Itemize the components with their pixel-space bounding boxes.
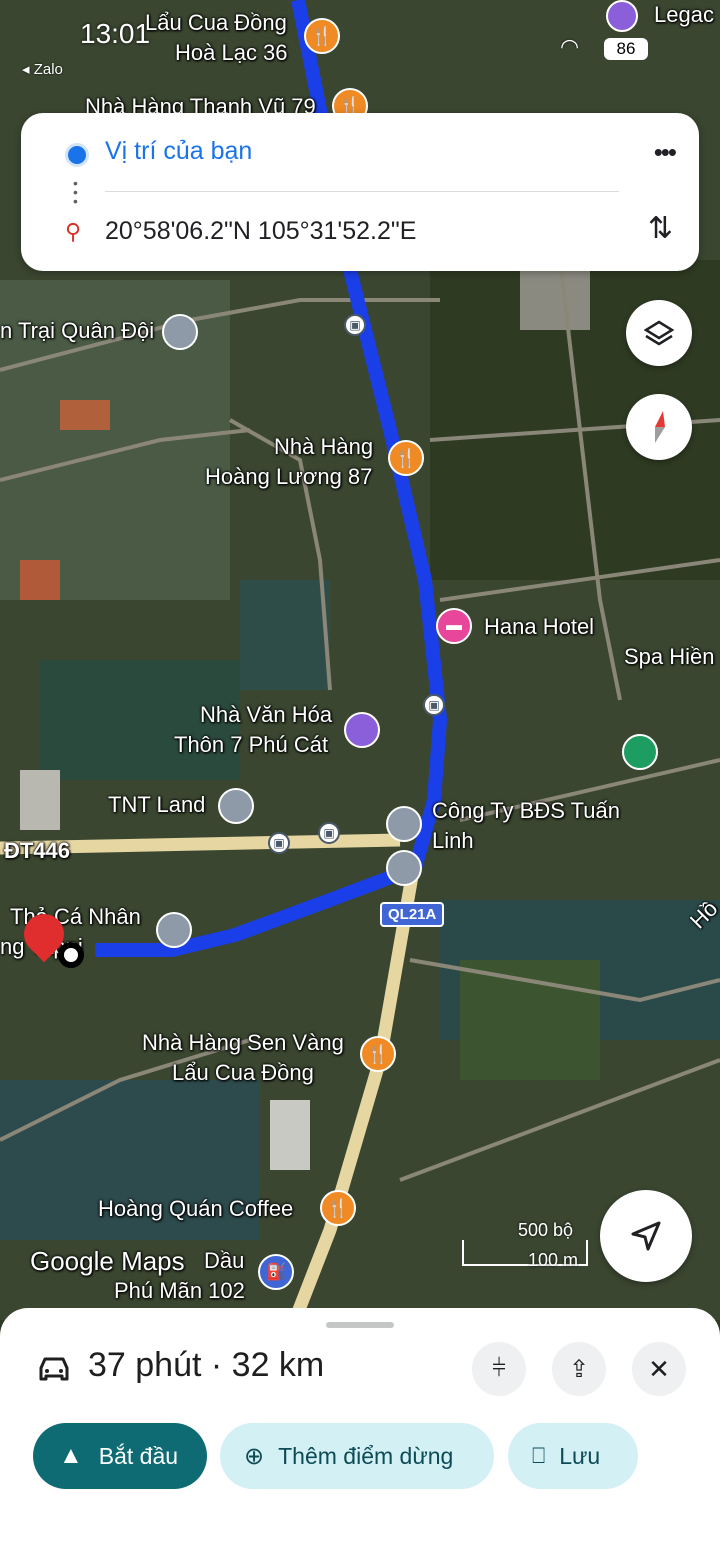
restaurant-pin-icon[interactable]: 🍴 <box>360 1036 396 1072</box>
bus-stop-icon[interactable]: ▣ <box>423 694 445 716</box>
bus-stop-icon[interactable]: ▣ <box>344 314 366 336</box>
landmark-pin-icon[interactable] <box>606 0 638 32</box>
layers-icon <box>643 320 675 346</box>
label-trai-quan-doi: n Trại Quân Đội <box>0 318 155 343</box>
back-app-label: Zalo <box>33 61 63 78</box>
google-maps-logo: Google Maps <box>30 1246 185 1276</box>
road-shield-ql21a: QL21A <box>380 902 445 927</box>
share-icon: ⇪ <box>568 1355 590 1383</box>
sheet-drag-handle[interactable] <box>326 1322 394 1328</box>
layers-button[interactable] <box>626 300 692 366</box>
label-hana-hotel: Hana Hotel <box>484 614 595 639</box>
navigation-arrow-icon: ▲ <box>59 1442 83 1469</box>
label-thon-7: Thôn 7 Phú Cát <box>174 732 329 757</box>
route-start-icon <box>58 942 84 968</box>
label-hoang-luong: Hoàng Lương 87 <box>205 464 373 489</box>
place-pin-icon[interactable] <box>156 912 192 948</box>
origin-field[interactable]: Vị trí của bạn <box>105 137 252 166</box>
label-cong-ty-bds: Công Ty BĐS Tuấn <box>432 798 620 823</box>
swap-icon[interactable]: ⇅ <box>648 211 673 246</box>
compass-icon <box>655 411 665 443</box>
label-tnt-land: TNT Land <box>108 792 206 817</box>
map-view[interactable]: 13:01 ◂ Zalo ◠ 86 Lẩu Cua Đồng Hoà Lạc 3… <box>0 0 720 1320</box>
share-button[interactable]: ⇪ <box>552 1342 606 1396</box>
navigate-button[interactable] <box>600 1190 692 1282</box>
label-hoa-lac: Hoà Lạc 36 <box>175 40 288 65</box>
bus-stop-icon[interactable]: ▣ <box>268 832 290 854</box>
scale-m: 100 m <box>528 1250 579 1270</box>
place-pin-icon[interactable] <box>162 314 198 350</box>
restaurant-pin-icon[interactable]: 🍴 <box>388 440 424 476</box>
bookmark-icon: ⎕ <box>532 1443 546 1468</box>
status-time: 13:01 <box>80 18 151 49</box>
my-location-dot-icon <box>65 143 89 167</box>
label-linh: Linh <box>432 828 474 853</box>
label-nha-hang: Nhà Hàng <box>274 434 374 459</box>
back-to-app[interactable]: ◂ Zalo <box>22 60 63 78</box>
compass-button[interactable] <box>626 394 692 460</box>
label-dt446: ĐT446 <box>4 838 71 863</box>
label-nha-van-hoa: Nhà Văn Hóa <box>200 702 333 727</box>
save-label: Lưu <box>559 1442 601 1469</box>
place-pin-icon[interactable] <box>386 850 422 886</box>
navigation-arrow-icon <box>631 1221 661 1251</box>
directions-card: Vị trí của bạn • • • ⚲ 20°58'06.2"N 105°31… <box>21 113 699 271</box>
save-button[interactable]: ⎕ Lưu <box>508 1423 638 1489</box>
tune-icon: ⫩ <box>492 1355 506 1382</box>
restaurant-pin-icon[interactable]: 🍴 <box>304 18 340 54</box>
cafe-pin-icon[interactable]: 🍴 <box>320 1190 356 1226</box>
label-lau-cua-dong: Lẩu Cua Đồng <box>145 10 287 35</box>
route-bottom-sheet: 37 phút · 32 km ⫩ ⇪ ✕ ▲ Bắt đầu ⊕ Thêm đ… <box>0 1308 720 1560</box>
add-stop-button[interactable]: ⊕ Thêm điểm dừng <box>220 1423 494 1489</box>
field-divider <box>105 191 619 192</box>
wifi-icon: ◠ <box>560 34 580 59</box>
add-stop-label: Thêm điểm dừng <box>278 1442 454 1469</box>
label-dau: Dầu <box>204 1248 245 1273</box>
car-icon <box>39 1357 69 1381</box>
scale-ft: 500 bộ <box>518 1220 574 1240</box>
start-label: Bắt đầu <box>98 1442 179 1469</box>
label-sen-vang: Nhà Hàng Sen Vàng <box>142 1030 344 1055</box>
route-dots-icon: • • • <box>73 175 78 209</box>
label-spa: Spa Hiền <box>624 644 715 669</box>
label-phu-man: Phú Mãn 102 <box>114 1278 245 1303</box>
bus-stop-icon[interactable]: ▣ <box>318 822 340 844</box>
start-button[interactable]: ▲ Bắt đầu <box>33 1423 207 1489</box>
destination-pin-icon: ⚲ <box>65 219 82 244</box>
close-button[interactable]: ✕ <box>632 1342 686 1396</box>
destination-field[interactable]: 20°58'06.2"N 105°31'52.2"E <box>105 217 416 246</box>
label-hoang-quan: Hoàng Quán Coffee <box>98 1196 294 1221</box>
label-legacy: Legac <box>654 2 714 27</box>
trip-summary: 37 phút · 32 km <box>88 1346 325 1384</box>
gas-station-pin-icon[interactable]: ⛽ <box>258 1254 294 1290</box>
hotel-pin-icon[interactable]: ▬ <box>436 608 472 644</box>
add-location-icon: ⊕ <box>244 1442 265 1470</box>
more-options-icon[interactable]: ••• <box>654 137 677 168</box>
place-pin-icon[interactable] <box>622 734 658 770</box>
place-pin-icon[interactable] <box>218 788 254 824</box>
battery-indicator: 86 <box>604 38 648 60</box>
place-pin-icon[interactable] <box>386 806 422 842</box>
label-lau-cua-dong-2: Lẩu Cua Đồng <box>172 1060 314 1085</box>
close-icon: ✕ <box>648 1353 670 1384</box>
landmark-pin-icon[interactable] <box>344 712 380 748</box>
route-options-button[interactable]: ⫩ <box>472 1342 526 1396</box>
